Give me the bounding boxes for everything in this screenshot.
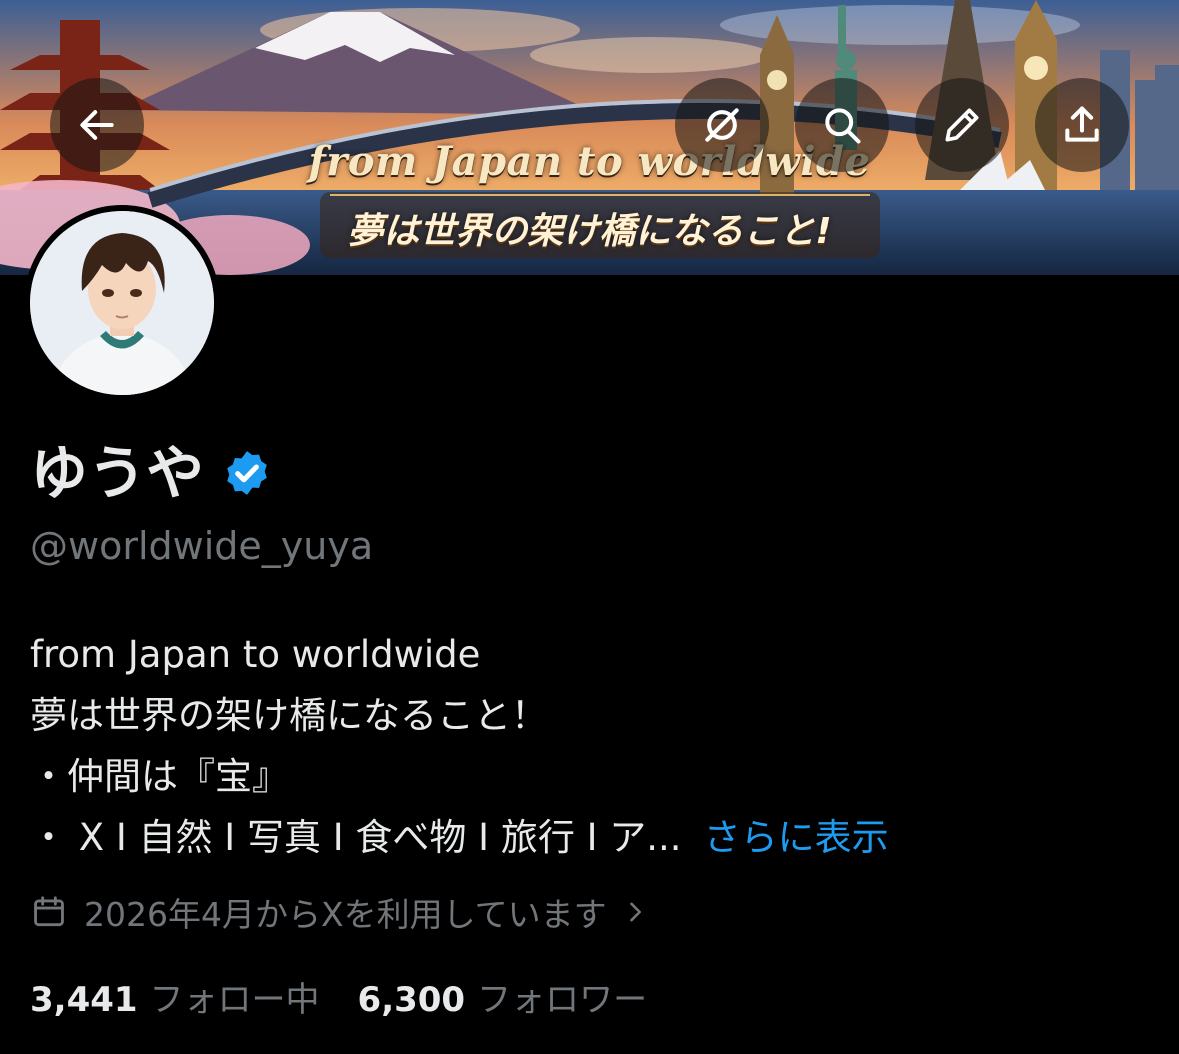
chevron-right-icon xyxy=(629,902,641,922)
back-button[interactable] xyxy=(50,78,144,172)
followers-label: フォロワー xyxy=(477,980,648,1020)
share-button[interactable] xyxy=(1035,78,1129,172)
search-icon xyxy=(825,108,861,144)
follow-stats: 3,441 フォロー中 6,300 フォロワー xyxy=(30,972,647,1021)
followers-link[interactable]: 6,300 フォロワー xyxy=(358,972,648,1021)
following-count: 3,441 xyxy=(30,980,138,1020)
display-name: ゆうや xyxy=(30,439,205,507)
pencil-icon xyxy=(945,108,979,142)
bio-line-text: ・ X I 自然 I 写真 I 食べ物 I 旅行 I ア... xyxy=(30,816,682,859)
display-name-row: ゆうや xyxy=(30,438,272,508)
joined-text: 2026年4月からXを利用しています xyxy=(84,895,607,934)
bio-line: ・仲間は『宝』 xyxy=(30,755,289,798)
joined-date[interactable]: 2026年4月からXを利用しています xyxy=(30,888,665,936)
followers-count: 6,300 xyxy=(357,980,466,1020)
slashed-circle-icon xyxy=(705,108,739,142)
calendar-icon xyxy=(34,896,64,927)
avatar-image xyxy=(30,211,214,395)
bio-line: from Japan to worldwide xyxy=(30,633,481,676)
bio-line: 夢は世界の架け橋になること！ xyxy=(30,694,548,737)
search-button[interactable] xyxy=(795,78,889,172)
bio-line-last: ・ X I 自然 I 写真 I 食べ物 I 旅行 I ア... さらに表示 xyxy=(30,807,889,868)
handle: @worldwide_yuya xyxy=(30,524,374,568)
bio: from Japan to worldwide 夢は世界の架け橋になること！ ・… xyxy=(30,624,889,868)
following-label: フォロー中 xyxy=(149,980,320,1020)
arrow-left-icon xyxy=(80,110,114,140)
show-more-link[interactable]: さらに表示 xyxy=(704,816,889,859)
avatar[interactable] xyxy=(24,205,220,401)
following-link[interactable]: 3,441 フォロー中 xyxy=(30,972,320,1021)
grok-button[interactable] xyxy=(675,78,769,172)
edit-button[interactable] xyxy=(915,78,1009,172)
share-icon xyxy=(1065,106,1099,142)
verified-badge-icon[interactable] xyxy=(222,448,272,498)
